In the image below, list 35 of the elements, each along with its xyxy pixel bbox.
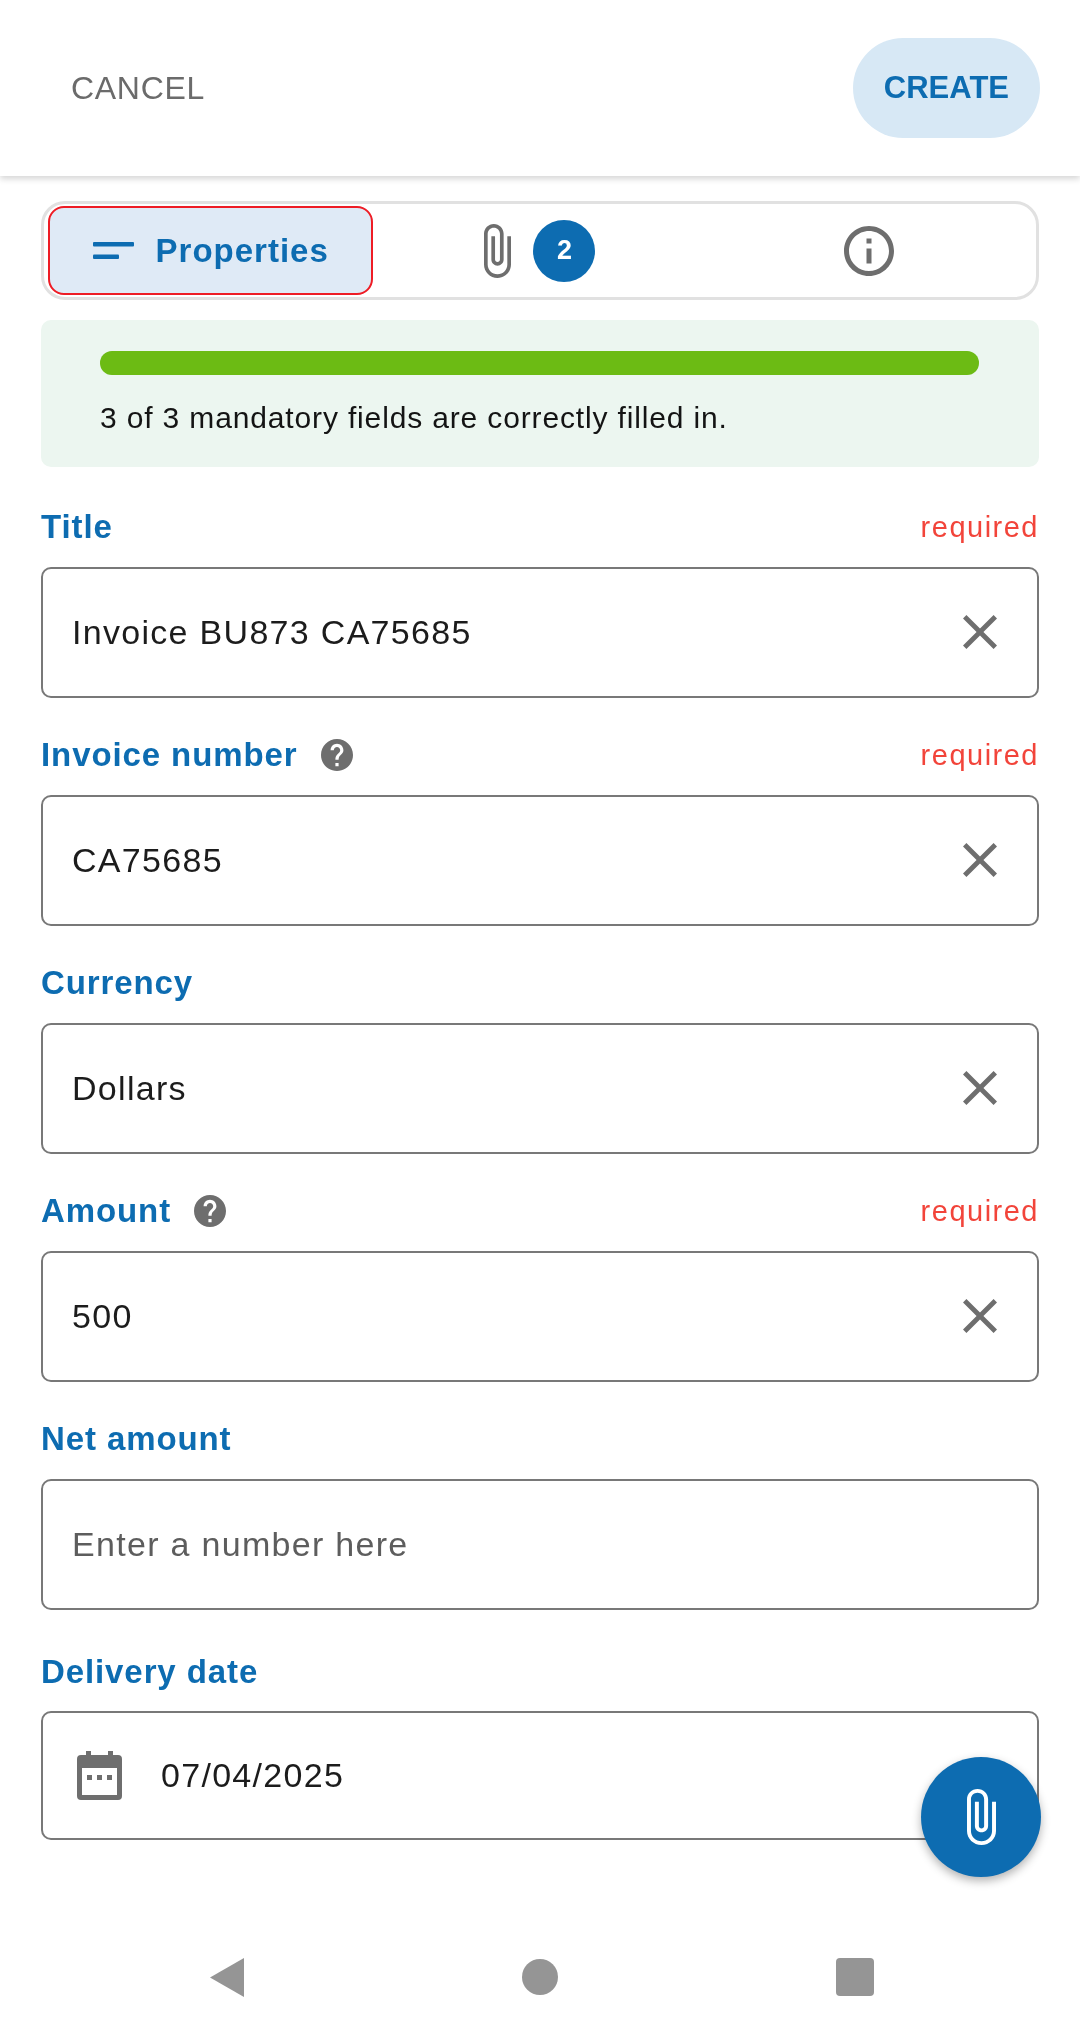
paperclip-icon [966, 1789, 996, 1845]
create-button[interactable]: CREATE [852, 38, 1040, 138]
help-icon[interactable] [194, 1195, 227, 1227]
clear-icon[interactable] [963, 1071, 997, 1105]
back-icon[interactable] [210, 1957, 244, 1997]
calendar-icon[interactable] [77, 1751, 122, 1800]
required-label: required [920, 738, 1039, 772]
required-label: required [920, 510, 1039, 544]
text-field[interactable]: Enter a number here [41, 1479, 1039, 1610]
cancel-button[interactable]: CANCEL [71, 69, 205, 107]
field-label: Net amount [41, 1420, 232, 1458]
clear-icon[interactable] [963, 1299, 997, 1333]
help-icon[interactable] [320, 739, 353, 771]
count-badge: 2 [533, 219, 596, 282]
field-label: Delivery date [41, 1653, 259, 1691]
tab[interactable]: Properties [48, 206, 374, 295]
field-label: Amount [41, 1192, 172, 1230]
field-label: Invoice number [41, 736, 298, 774]
tab[interactable]: 2 [377, 206, 703, 295]
text-field[interactable]: Dollars [41, 1023, 1039, 1154]
progress-message: 3 of 3 mandatory fields are correctly filled in. [100, 400, 729, 436]
clear-icon[interactable] [963, 843, 997, 877]
required-label: required [920, 1194, 1039, 1228]
lines-icon [92, 242, 134, 259]
home-icon[interactable] [522, 1959, 558, 1995]
info-icon [844, 225, 895, 276]
text-field[interactable]: CA75685 [41, 795, 1039, 926]
attach-button[interactable] [921, 1757, 1041, 1877]
paperclip-icon [484, 223, 512, 278]
date-field[interactable]: 07/04/2025 [41, 1711, 1039, 1840]
field-label: Title [41, 508, 113, 546]
clear-icon[interactable] [963, 615, 997, 649]
text-field[interactable]: 500 [41, 1251, 1039, 1382]
text-field[interactable]: Invoice BU873 CA75685 [41, 567, 1039, 698]
field-label: Currency [41, 964, 194, 1002]
